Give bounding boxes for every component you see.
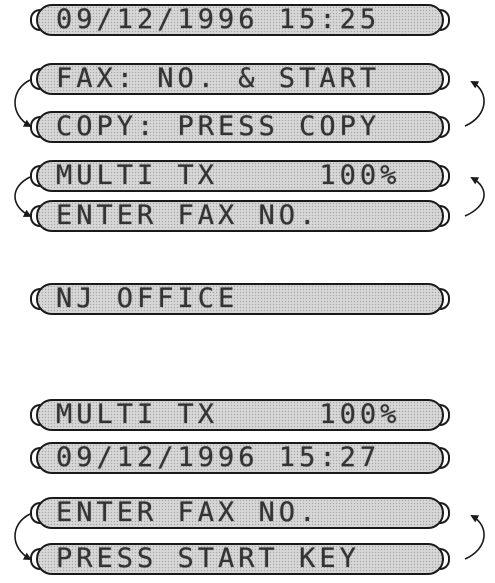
cycle-arrow-group-1 — [14, 79, 485, 127]
cycle-arrow-group-2 — [14, 176, 485, 217]
cycle-arrow-left-icon — [14, 513, 32, 560]
cycle-arrow-right-icon — [464, 177, 485, 217]
cycle-arrow-right-icon — [464, 81, 485, 127]
cycle-arrows — [14, 79, 485, 560]
cycle-arrow-group-3 — [14, 513, 485, 560]
cycle-arrow-right-icon — [464, 515, 485, 560]
cycle-arrow-left-icon — [14, 176, 32, 217]
cycle-arrow-left-icon — [14, 79, 32, 127]
